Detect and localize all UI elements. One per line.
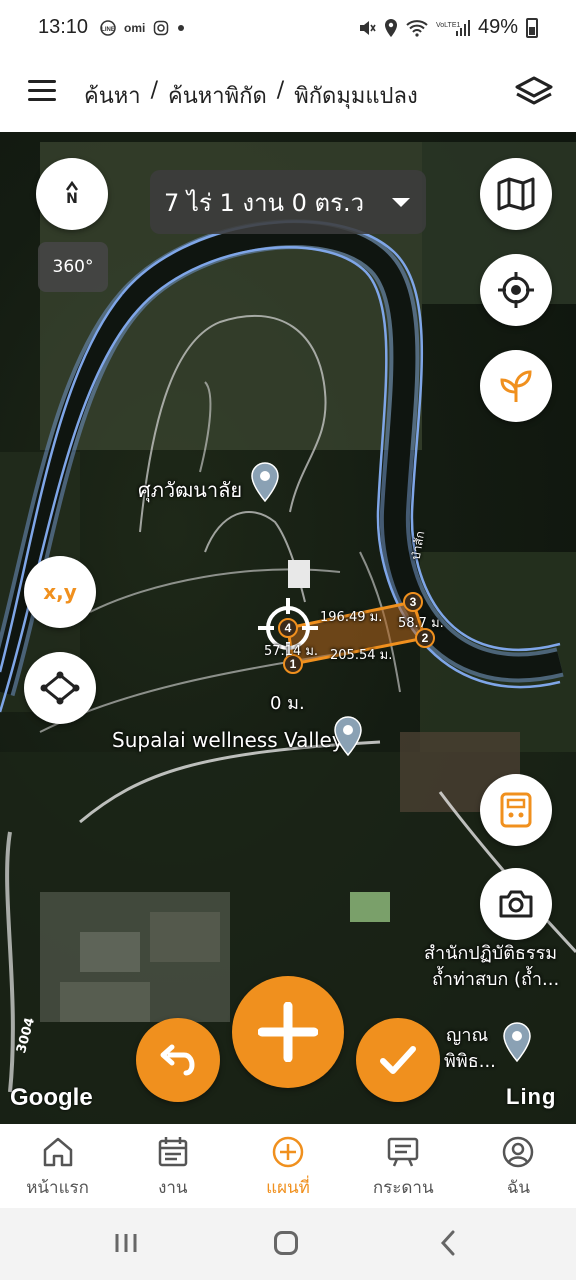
place-pin-icon[interactable] [333, 716, 363, 756]
current-distance-label: 0 ม. [270, 693, 305, 714]
calculator-button[interactable] [480, 774, 552, 846]
mute-icon [359, 20, 376, 35]
google-attribution: Google [10, 1084, 93, 1111]
segment-length-label: 196.49 ม. [320, 610, 383, 625]
status-app-icons: LINE omi [100, 20, 185, 36]
coordinate-xy-label: x,y [43, 580, 77, 604]
nav-item-map[interactable]: แผนที่ [230, 1124, 345, 1208]
nav-item-tasks[interactable]: งาน [115, 1124, 230, 1208]
vertex-marker[interactable]: 4 [278, 618, 298, 638]
polygon-tool-button[interactable] [24, 652, 96, 724]
breadcrumb: ค้นหา / ค้นหาพิกัด / พิกัดมุมแปลง [84, 78, 418, 113]
check-icon [380, 1046, 416, 1074]
sprout-icon [500, 370, 532, 402]
compass-button[interactable]: N [36, 158, 108, 230]
nav-label: หน้าแรก [26, 1178, 89, 1198]
place-pin-icon[interactable] [502, 1022, 532, 1062]
back-icon[interactable] [438, 1230, 458, 1256]
place-label-temple-sub[interactable]: ถ้ำท่าสบก (ถ้ำ... [432, 964, 559, 993]
bottom-navigation: หน้าแรก งาน แผนที่ กระดาน ฉัน [0, 1124, 576, 1208]
segment-length-label: 57.14 ม. [264, 644, 319, 659]
nav-item-board[interactable]: กระดาน [346, 1124, 461, 1208]
plant-button[interactable] [480, 350, 552, 422]
chevron-down-icon [392, 198, 410, 207]
place-label-temple2-sub[interactable]: พิพิธ... [444, 1046, 496, 1075]
calendar-icon [158, 1137, 188, 1167]
area-summary-text: 7 ไร่ 1 งาน 0 ตร.ว [164, 188, 365, 217]
nav-label: ฉัน [506, 1178, 531, 1198]
map-icon [497, 177, 535, 211]
wifi-icon [406, 19, 428, 37]
battery-percent: 49% [477, 16, 518, 38]
svg-text:LINE: LINE [101, 27, 115, 33]
plus-icon [258, 1002, 318, 1062]
place-label-school[interactable]: ศุภวัฒนาลัย [138, 474, 242, 506]
breadcrumb-plot-corners: พิกัดมุมแปลง [294, 84, 418, 109]
instagram-icon [154, 20, 169, 36]
breadcrumb-separator: / [150, 78, 159, 103]
battery-icon [526, 17, 538, 38]
breadcrumb-separator: / [276, 78, 285, 103]
layers-icon[interactable] [514, 74, 554, 110]
undo-button[interactable] [136, 1018, 220, 1102]
line-app-icon: LINE [100, 20, 116, 36]
signal-icon: VoLTE1 [436, 19, 470, 36]
omi-app-icon: omi [124, 21, 146, 35]
vertex-marker[interactable]: 3 [403, 592, 423, 612]
breadcrumb-coordinate-search[interactable]: ค้นหาพิกัด [168, 78, 267, 113]
system-navigation [0, 1208, 576, 1280]
add-point-button[interactable] [232, 976, 344, 1088]
vertex-label: 3 [409, 595, 417, 609]
place-label-temple[interactable]: สำนักปฏิบัติธรรม [424, 938, 557, 967]
compass-north-label: N [66, 191, 78, 207]
nav-label: กระดาน [372, 1178, 434, 1198]
place-label-valley[interactable]: Supalai wellness Valley [112, 728, 344, 752]
polygon-icon [40, 671, 80, 705]
confirm-button[interactable] [356, 1018, 440, 1102]
location-icon [384, 18, 397, 37]
svg-text:VoLTE1: VoLTE1 [436, 22, 460, 29]
nav-label: แผนที่ [266, 1178, 310, 1198]
hamburger-menu-icon[interactable] [28, 80, 56, 102]
board-icon [387, 1137, 419, 1167]
status-time: 13:10 [38, 16, 89, 38]
camera-button[interactable] [480, 868, 552, 940]
coordinate-xy-button[interactable]: x,y [24, 556, 96, 628]
notification-dot-icon [178, 25, 185, 31]
view-360-label: 360° [52, 257, 94, 277]
user-icon [503, 1136, 534, 1168]
area-summary-dropdown[interactable]: 7 ไร่ 1 งาน 0 ตร.ว [150, 170, 426, 234]
status-bar: 13:10 LINE omi VoLTE1 49% [0, 0, 576, 56]
vertex-label: 4 [284, 621, 292, 635]
nav-item-home[interactable]: หน้าแรก [0, 1124, 115, 1208]
calculator-icon [500, 792, 532, 828]
nav-label: งาน [158, 1178, 188, 1198]
segment-length-label: 58.7 ม. [398, 616, 444, 631]
breadcrumb-search[interactable]: ค้นหา [84, 78, 141, 113]
target-icon [498, 272, 534, 308]
camera-icon [499, 890, 533, 918]
place-label-temple2[interactable]: ญาณ [446, 1020, 488, 1049]
segment-length-label: 205.54 ม. [330, 648, 393, 663]
nav-item-profile[interactable]: ฉัน [461, 1124, 576, 1208]
place-pin-icon[interactable] [250, 462, 280, 502]
home-button-icon[interactable] [274, 1231, 298, 1255]
ling-label: Ling [506, 1084, 557, 1109]
add-circle-icon [272, 1136, 304, 1168]
undo-icon [160, 1044, 195, 1076]
compass-arrow-icon [65, 181, 79, 191]
map-type-button[interactable] [480, 158, 552, 230]
view-360-button[interactable]: 360° [38, 242, 108, 292]
home-icon [43, 1137, 72, 1167]
map-view[interactable]: 4 3 2 1 196.49 ม. 58.7 ม. 205.54 ม. 57.1… [0, 132, 576, 1124]
my-location-button[interactable] [480, 254, 552, 326]
status-right: VoLTE1 49% [358, 16, 538, 39]
vertex-label: 2 [421, 631, 429, 645]
app-header: ค้นหา / ค้นหาพิกัด / พิกัดมุมแปลง [0, 56, 576, 132]
recent-apps-icon[interactable] [114, 1232, 138, 1254]
